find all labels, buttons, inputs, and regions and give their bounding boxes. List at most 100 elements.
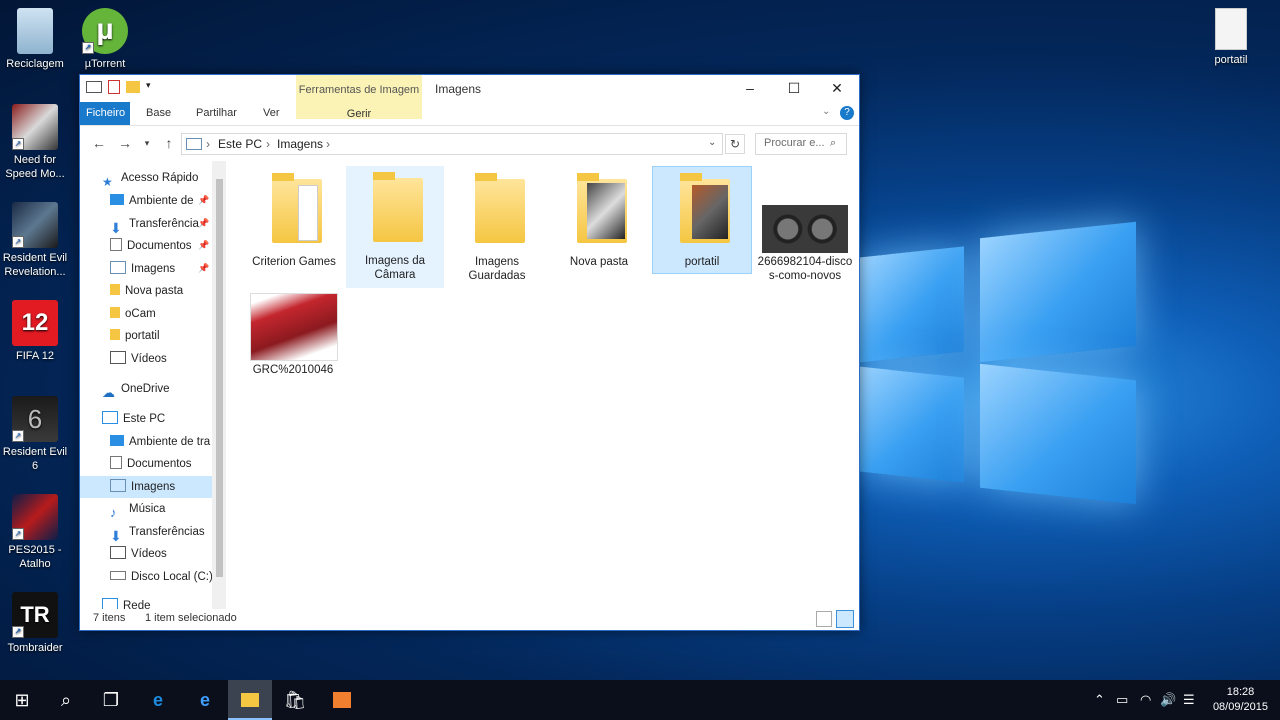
chevron-down-icon[interactable]: ▾ bbox=[146, 80, 154, 94]
item-label: GRC%2010046 bbox=[252, 364, 334, 376]
nav-item-this-pc[interactable]: Este PC bbox=[102, 408, 165, 430]
game-icon: ↗ bbox=[12, 494, 58, 540]
tab-view[interactable]: Ver bbox=[255, 102, 288, 125]
nav-item-ocam[interactable]: oCam bbox=[110, 303, 156, 325]
utorrent-shortcut[interactable]: µ ↗ µTorrent bbox=[70, 8, 140, 71]
folder-imagens-da-camara[interactable]: Imagens da Câmara bbox=[346, 166, 444, 288]
maximize-button[interactable]: ☐ bbox=[772, 75, 816, 102]
shortcut-arrow-icon: ↗ bbox=[12, 626, 24, 638]
nav-item-onedrive[interactable]: ☁ OneDrive bbox=[102, 378, 170, 400]
tab-file[interactable]: Ficheiro bbox=[80, 102, 130, 125]
forward-button[interactable]: → bbox=[116, 134, 134, 152]
wifi-icon[interactable]: ◠ bbox=[1140, 680, 1151, 720]
new-folder-icon[interactable] bbox=[126, 81, 140, 93]
action-center-icon[interactable]: ☰ bbox=[1183, 680, 1195, 720]
details-view-icon[interactable] bbox=[816, 611, 832, 627]
edge-icon[interactable]: e bbox=[183, 680, 227, 720]
nav-label: Este PC bbox=[123, 413, 166, 425]
properties-icon[interactable] bbox=[108, 80, 120, 94]
help-icon[interactable]: ? bbox=[840, 106, 854, 120]
cloud-icon: ☁ bbox=[102, 385, 115, 401]
nav-item-local-disk[interactable]: Disco Local (C:) bbox=[110, 566, 213, 588]
need-for-speed-shortcut[interactable]: ↗ Need for Speed Mo... bbox=[0, 104, 70, 181]
minimize-button[interactable]: – bbox=[728, 75, 772, 102]
computer-icon bbox=[102, 411, 118, 425]
recent-locations-button[interactable]: ▾ bbox=[138, 134, 156, 152]
desktop-icon-label: portatil bbox=[1214, 54, 1248, 66]
nav-item-videos[interactable]: Vídeos bbox=[110, 348, 167, 370]
address-dropdown-icon[interactable]: ⌄ bbox=[708, 137, 716, 148]
tab-share[interactable]: Partilhar bbox=[188, 102, 245, 125]
up-button[interactable]: ↑ bbox=[160, 134, 178, 152]
store-icon[interactable]: 🛍 bbox=[273, 680, 317, 720]
search-input[interactable]: Procurar e... bbox=[764, 137, 825, 149]
clock[interactable]: 18:28 08/09/2015 bbox=[1213, 685, 1268, 715]
folder-icon bbox=[110, 284, 120, 296]
address-bar[interactable]: › Este PC › Imagens › ⌄ bbox=[181, 133, 723, 155]
refresh-button[interactable]: ↻ bbox=[725, 134, 745, 154]
nav-item-nova-pasta[interactable]: Nova pasta bbox=[110, 280, 183, 302]
show-hidden-icons[interactable]: ⌃ bbox=[1094, 680, 1105, 720]
nav-item-network[interactable]: Rede bbox=[102, 595, 151, 609]
image-thumbnail bbox=[250, 293, 338, 361]
folder-portatil[interactable]: portatil bbox=[652, 166, 752, 274]
task-view-icon[interactable]: ❐ bbox=[89, 680, 133, 720]
file-icon bbox=[1215, 8, 1247, 50]
nav-label: Ambiente de bbox=[129, 195, 194, 207]
close-button[interactable]: ✕ bbox=[815, 75, 859, 102]
nav-item-documents[interactable]: Documentos bbox=[110, 235, 192, 257]
search-icon[interactable]: ⌕ bbox=[44, 680, 88, 720]
nav-label: Documentos bbox=[127, 240, 192, 252]
large-icons-view-icon[interactable] bbox=[836, 610, 854, 628]
file-explorer-taskbar-icon[interactable] bbox=[228, 680, 272, 720]
star-icon: ★ bbox=[102, 175, 113, 190]
nav-item-downloads[interactable]: ⬇ Transferência bbox=[110, 213, 199, 237]
resident-evil-6-shortcut[interactable]: 6 ↗ Resident Evil 6 bbox=[0, 396, 70, 473]
nav-item-quick-access[interactable]: ★ Acesso Rápido bbox=[102, 167, 198, 189]
tombraider-shortcut[interactable]: TR ↗ Tombraider bbox=[0, 592, 70, 655]
pes2015-shortcut[interactable]: ↗ PES2015 - Atalho bbox=[0, 494, 70, 571]
portatil-desktop-file[interactable]: portatil bbox=[1196, 8, 1266, 67]
battery-icon[interactable]: ▭ bbox=[1116, 680, 1128, 720]
back-button[interactable]: ← bbox=[90, 134, 108, 152]
ribbon-expand-icon[interactable]: ⌄ bbox=[822, 106, 830, 117]
nav-item-desktop-pc[interactable]: Ambiente de tra bbox=[110, 431, 210, 453]
start-button[interactable]: ⊞ bbox=[0, 680, 44, 720]
game-icon: 6 ↗ bbox=[12, 396, 58, 442]
nav-scrollbar-thumb[interactable] bbox=[216, 179, 223, 577]
fifa-12-shortcut[interactable]: 12 FIFA 12 bbox=[0, 300, 70, 363]
item-label: 2666982104-discos-como-novos bbox=[757, 256, 853, 282]
nav-item-pictures[interactable]: Imagens bbox=[110, 258, 175, 280]
tab-home[interactable]: Base bbox=[138, 102, 179, 125]
desktop-icon-label: µTorrent bbox=[84, 58, 126, 70]
internet-explorer-icon[interactable]: e bbox=[136, 680, 180, 720]
windows-logo-wallpaper bbox=[858, 212, 1138, 512]
image-grc-2010046[interactable]: GRC%2010046 bbox=[244, 287, 342, 387]
window-title: Imagens bbox=[435, 82, 482, 96]
nav-item-pictures-pc[interactable]: Imagens bbox=[80, 476, 212, 498]
folder-nova-pasta[interactable]: Nova pasta bbox=[550, 167, 648, 287]
folder-icon bbox=[577, 173, 627, 243]
search-box[interactable]: Procurar e... ⌕ bbox=[755, 133, 847, 155]
pin-icon: 📌 bbox=[198, 240, 210, 250]
image-discos-como-novos[interactable]: 2666982104-discos-como-novos bbox=[756, 167, 854, 287]
nav-item-documents-pc[interactable]: Documentos bbox=[110, 453, 192, 475]
resident-evil-revelations-shortcut[interactable]: ↗ Resident Evil Revelation... bbox=[0, 202, 70, 279]
window-menu-icon[interactable] bbox=[86, 81, 102, 93]
breadcrumb-separator-icon: › bbox=[266, 137, 270, 151]
nav-item-music[interactable]: ♪ Música bbox=[110, 498, 165, 520]
ocam-icon[interactable] bbox=[320, 680, 364, 720]
nav-item-desktop[interactable]: Ambiente de bbox=[110, 190, 194, 212]
folder-imagens-guardadas[interactable]: Imagens Guardadas bbox=[448, 167, 546, 287]
breadcrumb-este-pc[interactable]: Este PC bbox=[218, 137, 262, 151]
nav-item-downloads-pc[interactable]: ⬇ Transferências bbox=[110, 521, 205, 544]
breadcrumb-imagens[interactable]: Imagens bbox=[277, 137, 323, 151]
volume-icon[interactable]: 🔊 bbox=[1160, 680, 1176, 720]
nav-item-videos-pc[interactable]: Vídeos bbox=[110, 543, 167, 565]
nav-item-portatil[interactable]: portatil bbox=[110, 325, 160, 347]
recycle-bin-shortcut[interactable]: Reciclagem bbox=[0, 8, 70, 71]
title-bar[interactable]: ▾ Imagens – ☐ ✕ bbox=[80, 75, 859, 102]
nav-label: Vídeos bbox=[131, 353, 167, 365]
download-icon: ⬇ bbox=[110, 220, 122, 237]
folder-criterion-games[interactable]: Criterion Games bbox=[245, 167, 343, 287]
